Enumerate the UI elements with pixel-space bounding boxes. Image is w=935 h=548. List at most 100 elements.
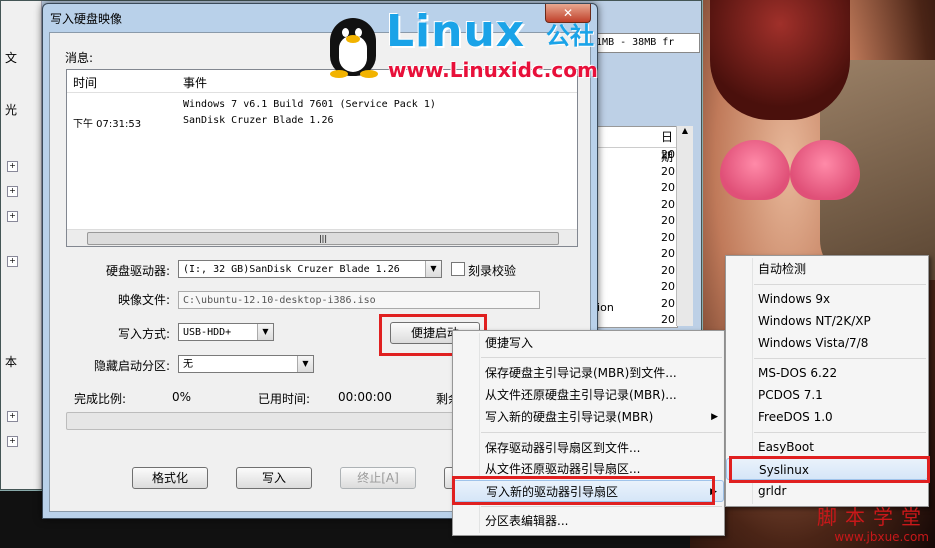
messages-col-time[interactable]: 时间 [73,74,97,91]
menu-item-label: 保存驱动器引导扇区到文件... [485,441,641,455]
highlight-syslinux [729,456,930,483]
watermark-cn: 脚本学堂 [817,505,929,529]
message-event: Windows 7 v6.1 Build 7601 (Service Pack … [183,99,436,110]
drive-select[interactable]: (I:, 32 GB)SanDisk Cruzer Blade 1.26 ▼ [178,260,442,278]
verify-checkbox[interactable] [451,262,465,276]
menu-separator [481,357,722,358]
message-event: SanDisk Cruzer Blade 1.26 [183,115,334,126]
submenu-item-msdos[interactable]: MS-DOS 6.22 [726,362,928,384]
tree-expand-icon[interactable]: + [7,411,18,422]
progress-label: 完成比例: [74,392,127,406]
submenu-item-win9x[interactable]: Windows 9x [726,288,928,310]
menu-item-restore-mbr[interactable]: 从文件还原硬盘主引导记录(MBR)... [453,384,724,406]
tree-expand-icon[interactable]: + [7,256,18,267]
submenu-item-freedos[interactable]: FreeDOS 1.0 [726,406,928,428]
tree-expand-icon[interactable]: + [7,436,18,447]
highlight-write-boot-sector [452,476,715,505]
site-watermark: 脚本学堂 www.jbxue.com [817,501,929,544]
chevron-down-icon[interactable]: ▼ [257,324,273,340]
menu-item-label: Windows Vista/7/8 [758,336,869,350]
chevron-down-icon[interactable]: ▼ [297,356,313,372]
submenu-item-winnt[interactable]: Windows NT/2K/XP [726,310,928,332]
menu-separator [754,284,926,285]
photo-detail-left [720,140,790,200]
write-button[interactable]: 写入 [236,467,312,489]
tree-expand-icon[interactable]: + [7,211,18,222]
submenu-item-pcdos[interactable]: PCDOS 7.1 [726,384,928,406]
verify-label: 刻录校验 [468,264,517,278]
menu-item-save-mbr[interactable]: 保存硬盘主引导记录(MBR)到文件... [453,362,724,384]
write-mode-select[interactable]: USB-HDD+ ▼ [178,323,274,341]
dialog-title: 写入硬盘映像 [50,12,123,26]
image-file-field[interactable]: C:\ubuntu-12.10-desktop-i386.iso [178,291,540,309]
hidden-partition-select-value: 无 [183,359,193,370]
file-list-cell[interactable]: 20: [587,247,679,264]
drive-label: 硬盘驱动器: [106,264,171,278]
tree-expand-icon[interactable]: + [7,161,18,172]
write-mode-select-value: USB-HDD+ [183,327,232,338]
menu-item-label: 写入新的硬盘主引导记录(MBR) [485,410,654,424]
format-button[interactable]: 格式化 [132,467,208,489]
menu-item-label: 保存硬盘主引导记录(MBR)到文件... [485,366,677,380]
messages-hscrollbar[interactable]: ||| [67,229,577,246]
hidden-partition-label: 隐藏启动分区: [94,359,171,373]
tree-expand-icon[interactable]: + [7,186,18,197]
hidden-partition-select[interactable]: 无 ▼ [178,355,314,373]
file-list-cell[interactable]: 20: [587,181,679,198]
file-list-cell[interactable]: 20: [587,165,679,182]
image-file-label: 映像文件: [118,293,171,307]
linux-logo: Linux 公社 www.Linuxidc.com [326,6,616,88]
file-list-cell[interactable]: 20: [587,198,679,215]
logo-brand-cn: 公社 [546,22,594,50]
file-list-cell[interactable]: 20: [587,264,679,281]
menu-separator [481,432,722,433]
submenu-item-vista[interactable]: Windows Vista/7/8 [726,332,928,354]
stop-button[interactable]: 终止[A] [340,467,416,489]
submenu-item-auto-detect[interactable]: 自动检测 [726,258,928,280]
messages-col-event[interactable]: 事件 [183,74,207,91]
menu-item-label: EasyBoot [758,440,814,454]
background-left-panel: 文 光 本 + + + + + + [1,1,42,489]
messages-list: 时间 事件 Windows 7 v6.1 Build 7601 (Service… [66,69,578,247]
photo-hair [710,0,850,120]
file-list-cell[interactable]: 20: [587,280,679,297]
menu-item-label: FreeDOS 1.0 [758,410,833,424]
menu-item-label: MS-DOS 6.22 [758,366,838,380]
file-list-scrollbar[interactable]: ▲ [676,126,693,326]
submenu-item-easyboot[interactable]: EasyBoot [726,436,928,458]
background-label-3: 本 [5,355,18,369]
menu-item-save-boot-sector[interactable]: 保存驱动器引导扇区到文件... [453,437,724,459]
background-label-2: 光 [5,103,18,117]
background-label-1: 文 [5,51,18,65]
penguin-foot [360,70,378,78]
watermark-url: www.jbxue.com [834,530,929,544]
menu-item-label: 自动检测 [758,262,807,276]
menu-separator [481,506,722,507]
file-list-cell[interactable]: 20: [587,313,679,330]
quick-boot-menu: 便捷写入 保存硬盘主引导记录(MBR)到文件... 从文件还原硬盘主引导记录(M… [452,330,725,536]
menu-separator [754,358,926,359]
file-list: 日期 20: 20: 20: 20: 20: 20: 20: 20: 20: 2… [586,126,679,330]
file-list-header-date[interactable]: 日期 [587,127,677,164]
progress-value: 0% [172,390,192,404]
menu-item-quick-write[interactable]: 便捷写入 [453,332,724,354]
penguin-beak [346,35,360,43]
elapsed-label: 已用时间: [258,392,311,406]
submenu-item-grldr[interactable]: grldr [726,480,928,502]
menu-item-label: 从文件还原硬盘主引导记录(MBR)... [485,388,677,402]
messages-label: 消息: [65,51,94,65]
elapsed-value: 00:00:00 [338,390,392,404]
chevron-down-icon[interactable]: ▼ [425,261,441,277]
file-list-cell[interactable]: 20: [587,231,679,248]
menu-item-write-mbr[interactable]: 写入新的硬盘主引导记录(MBR) ▶ [453,406,724,428]
penguin-foot [330,70,348,78]
menu-item-label: grldr [758,484,787,498]
menu-item-label: 分区表编辑器... [485,514,569,528]
drive-select-value: (I:, 32 GB)SanDisk Cruzer Blade 1.26 [183,264,400,275]
menu-item-label: Windows 9x [758,292,831,306]
menu-item-label: PCDOS 7.1 [758,388,823,402]
file-list-cell[interactable]: 20: [587,214,679,231]
scroll-thumb[interactable]: ||| [87,232,559,245]
menu-item-partition-editor[interactable]: 分区表编辑器... [453,510,724,532]
menu-item-label: Windows NT/2K/XP [758,314,871,328]
